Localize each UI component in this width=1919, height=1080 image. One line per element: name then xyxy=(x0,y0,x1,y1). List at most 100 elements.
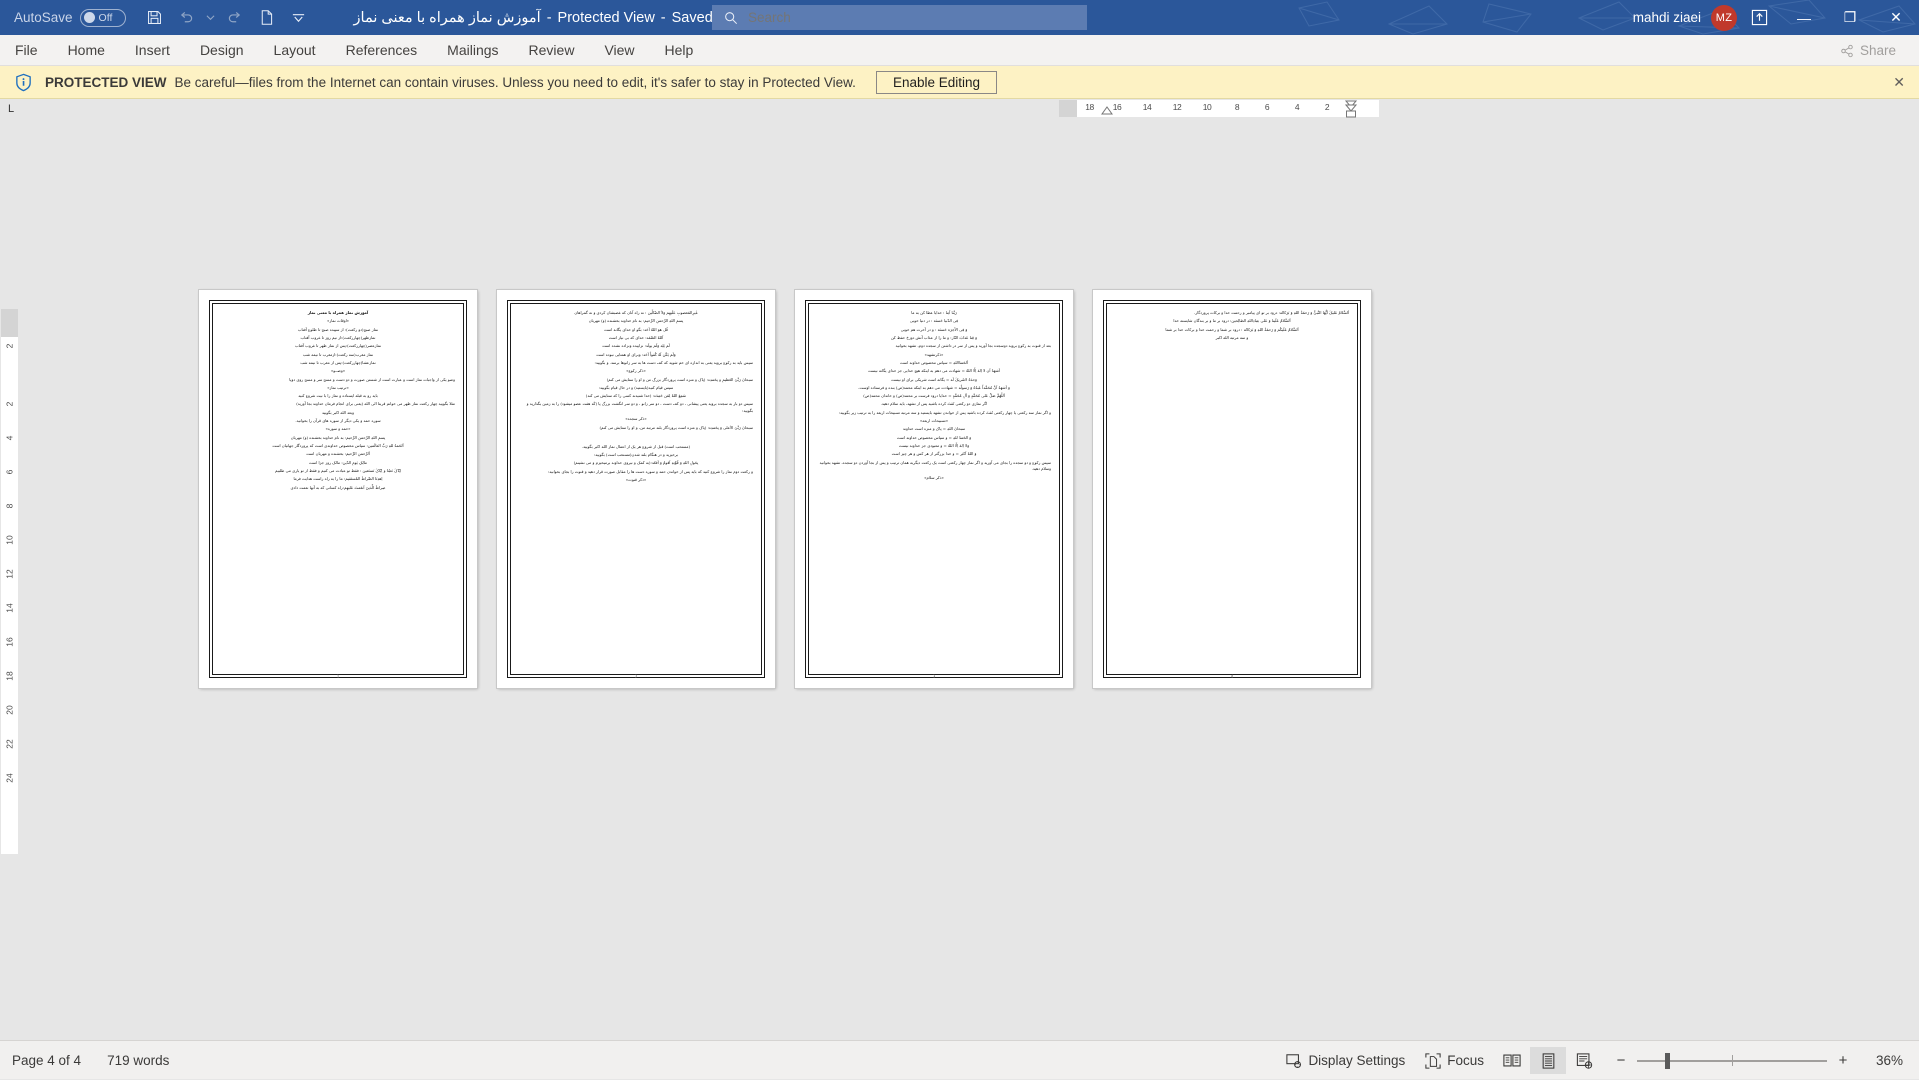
page-line: اَلحَمدُاللهِ = سپاس مخصوص خداوند است xyxy=(817,360,1051,367)
page-content-3[interactable]: رَبَّنا آتِنا : خدایا عطا کن به ما فِی ا… xyxy=(809,304,1059,674)
page-line: لَم یَلِد وَلَم یولَد: نزاییده ونزاده نش… xyxy=(519,343,753,350)
autosave-control[interactable]: AutoSave Off xyxy=(14,9,126,27)
tab-view[interactable]: View xyxy=(589,35,649,66)
vruler-mark-20: 20 xyxy=(5,702,15,719)
vruler-margin-top xyxy=(1,309,18,337)
document-page-1[interactable]: آموزش نماز همراه با معنی نماز «اوقات نما… xyxy=(199,290,477,688)
page-line: «اوقات نماز» xyxy=(221,318,455,325)
restore-button[interactable]: ❐ xyxy=(1827,0,1873,35)
focus-label: Focus xyxy=(1447,1053,1484,1068)
focus-button[interactable]: Focus xyxy=(1415,1047,1494,1074)
search-box[interactable] xyxy=(712,5,1087,30)
undo-icon[interactable] xyxy=(172,4,202,32)
page-line: اَلسَّلامُ عَلیکَ اَیُّهَا النَّبیُّ وَ … xyxy=(1115,310,1349,317)
tab-layout[interactable]: Layout xyxy=(259,35,331,66)
page-line: مالِکِ یَومِ الدّین: مالک روز جزا است xyxy=(221,460,455,467)
ruler-margin-left xyxy=(1059,100,1077,117)
document-title: آموزش نماز همراه با معنی نماز xyxy=(354,10,541,26)
page-line: اَلرَّحمنِ الرَّحیم: بخشنده و مهربان است xyxy=(221,451,455,458)
print-layout-icon[interactable] xyxy=(1530,1047,1566,1074)
read-mode-icon[interactable] xyxy=(1494,1047,1530,1074)
page-line: مثلا بگویید چهار رکعت نماز ظهر می خوانم … xyxy=(221,401,455,408)
tab-file[interactable]: File xyxy=(0,35,53,66)
ruler-mark-2: 2 xyxy=(1312,100,1342,117)
share-button[interactable]: Share xyxy=(1829,38,1907,63)
page-indicator[interactable]: Page 4 of 4 xyxy=(12,1053,81,1068)
ruler-mark-18: 18 xyxy=(1077,100,1102,117)
page-line: «ذکر رکوع» xyxy=(519,368,753,375)
status-bar-left: Page 4 of 4 719 words xyxy=(12,1053,169,1068)
page-line: وَحدَهُ لاشَریکَ لَه = یگانه است شریکی ب… xyxy=(817,377,1051,384)
user-name[interactable]: mahdi ziaei xyxy=(1633,10,1701,25)
vertical-ruler[interactable]: 2 2 4 6 8 10 12 14 16 18 20 22 24 xyxy=(1,309,18,854)
redo-icon[interactable] xyxy=(220,4,250,32)
left-indent-marker-icon[interactable] xyxy=(1101,106,1113,118)
display-settings-label: Display Settings xyxy=(1308,1053,1405,1068)
page-line: نماز صبح(دو رکعت): از سپیده صبح تا طلوع … xyxy=(221,327,455,334)
close-button[interactable]: ✕ xyxy=(1873,0,1919,35)
display-settings-button[interactable]: Display Settings xyxy=(1276,1047,1415,1074)
page-line: قُل هوَ اللهُ اَحَد: بگو او خدای یگانه ا… xyxy=(519,327,753,334)
page-line: اَلسَّلامُ عَلَیکُم وَ رَحمَةُ اللهِ وَ … xyxy=(1115,327,1349,334)
zoom-slider-thumb[interactable] xyxy=(1665,1053,1670,1069)
page-line: وَ اللهُ اَکبَر = و خدا بزرگتر از هر کس … xyxy=(817,451,1051,458)
tab-help[interactable]: Help xyxy=(650,35,709,66)
search-input[interactable] xyxy=(748,10,1048,25)
page-line: و اگر نماز سه رکعتی یا چهار رکعتی نُقتَ … xyxy=(817,410,1051,417)
page-line: وبعد الله اکبر بگویید xyxy=(221,410,455,417)
avatar[interactable]: MZ xyxy=(1711,5,1737,31)
zoom-slider[interactable] xyxy=(1637,1053,1827,1069)
page-line: وضو یکی از واجبات نماز است و عبارت است ا… xyxy=(221,377,455,384)
document-page-3[interactable]: رَبَّنا آتِنا : خدایا عطا کن به ما فِی ا… xyxy=(795,290,1073,688)
ruler-mark-14: 14 xyxy=(1132,100,1162,117)
chevron-down-icon[interactable] xyxy=(204,4,218,32)
zoom-level[interactable]: 36% xyxy=(1869,1053,1903,1068)
focus-icon xyxy=(1425,1053,1441,1069)
page-line xyxy=(519,433,753,442)
page-line: وَلَم یَکُن لَهُ کُفواً اَحَد: وبرای او … xyxy=(519,352,753,359)
page-line: «وضــو» xyxy=(221,368,455,375)
page-content-2[interactable]: غَیرِالمَغضوبِ عَلَیهِم وَلاَ الضّالّین … xyxy=(511,304,761,674)
page-line: اَشهَدُ اَن لا اِلهَ اِلّا اللهُ = شهادت… xyxy=(817,368,1051,375)
ribbon-display-options-icon[interactable] xyxy=(1737,0,1781,35)
page-line: باید رو به قبله ایستاده و نماز را با نیت… xyxy=(221,393,455,400)
autosave-toggle[interactable]: Off xyxy=(80,9,126,27)
tab-stop-selector[interactable]: L xyxy=(3,101,19,117)
document-canvas[interactable]: 2 2 4 6 8 10 12 14 16 18 20 22 24 آموزش … xyxy=(0,139,1919,1040)
page-line: وَ الحَمدُ للهِ = و سپاس مخصوص خداوند اس… xyxy=(817,435,1051,442)
page-row: آموزش نماز همراه با معنی نماز «اوقات نما… xyxy=(199,290,1371,688)
web-layout-icon[interactable] xyxy=(1566,1047,1602,1074)
title-separator-2: - xyxy=(661,10,666,26)
minimize-button[interactable]: — xyxy=(1781,0,1827,35)
zoom-control: − + 36% xyxy=(1614,1052,1909,1069)
tab-mailings[interactable]: Mailings xyxy=(432,35,513,66)
vruler-scale: 2 2 4 6 8 10 12 14 16 18 20 22 24 xyxy=(1,337,18,854)
page-line: سبحانَ رَبِّیَ الاَعلی وَ بِحَمدِه: (پاک… xyxy=(519,425,753,432)
page-line: «ذکرتشهد» xyxy=(817,352,1051,359)
enable-editing-button[interactable]: Enable Editing xyxy=(876,71,997,94)
page-content-4[interactable]: اَلسَّلامُ عَلیکَ اَیُّهَا النَّبیُّ وَ … xyxy=(1107,304,1357,674)
close-icon[interactable]: ✕ xyxy=(1893,74,1905,91)
tab-review[interactable]: Review xyxy=(514,35,590,66)
document-page-2[interactable]: غَیرِالمَغضوبِ عَلَیهِم وَلاَ الضّالّین … xyxy=(497,290,775,688)
ruler-mark-10: 10 xyxy=(1192,100,1222,117)
document-page-4[interactable]: اَلسَّلامُ عَلیکَ اَیُّهَا النَّبیُّ وَ … xyxy=(1093,290,1371,688)
page-number: 2 xyxy=(497,674,775,679)
share-icon xyxy=(1840,44,1854,58)
tab-design[interactable]: Design xyxy=(185,35,259,66)
tab-home[interactable]: Home xyxy=(53,35,120,66)
page-line: اِهدِنَا الصِّراطَ المُستَقیم: ما را به … xyxy=(221,476,455,483)
zoom-in-button[interactable]: + xyxy=(1836,1052,1850,1069)
zoom-out-button[interactable]: − xyxy=(1614,1052,1628,1069)
word-count[interactable]: 719 words xyxy=(107,1053,169,1068)
page-content-1[interactable]: آموزش نماز همراه با معنی نماز «اوقات نما… xyxy=(213,304,463,674)
page-line: سوره حمد و یکی دیگر از سوره های قرآن را … xyxy=(221,418,455,425)
right-indent-marker-icon[interactable] xyxy=(1345,100,1357,118)
tab-references[interactable]: References xyxy=(331,35,433,66)
vruler-mark-6: 6 xyxy=(5,464,15,481)
save-icon[interactable] xyxy=(140,4,170,32)
new-blank-document-icon[interactable] xyxy=(252,4,282,32)
page-line: فِی الدّنیا حَسنَة : در دنیا خوبی xyxy=(817,318,1051,325)
customize-quick-access-toolbar-icon[interactable] xyxy=(284,4,314,32)
tab-insert[interactable]: Insert xyxy=(120,35,185,66)
